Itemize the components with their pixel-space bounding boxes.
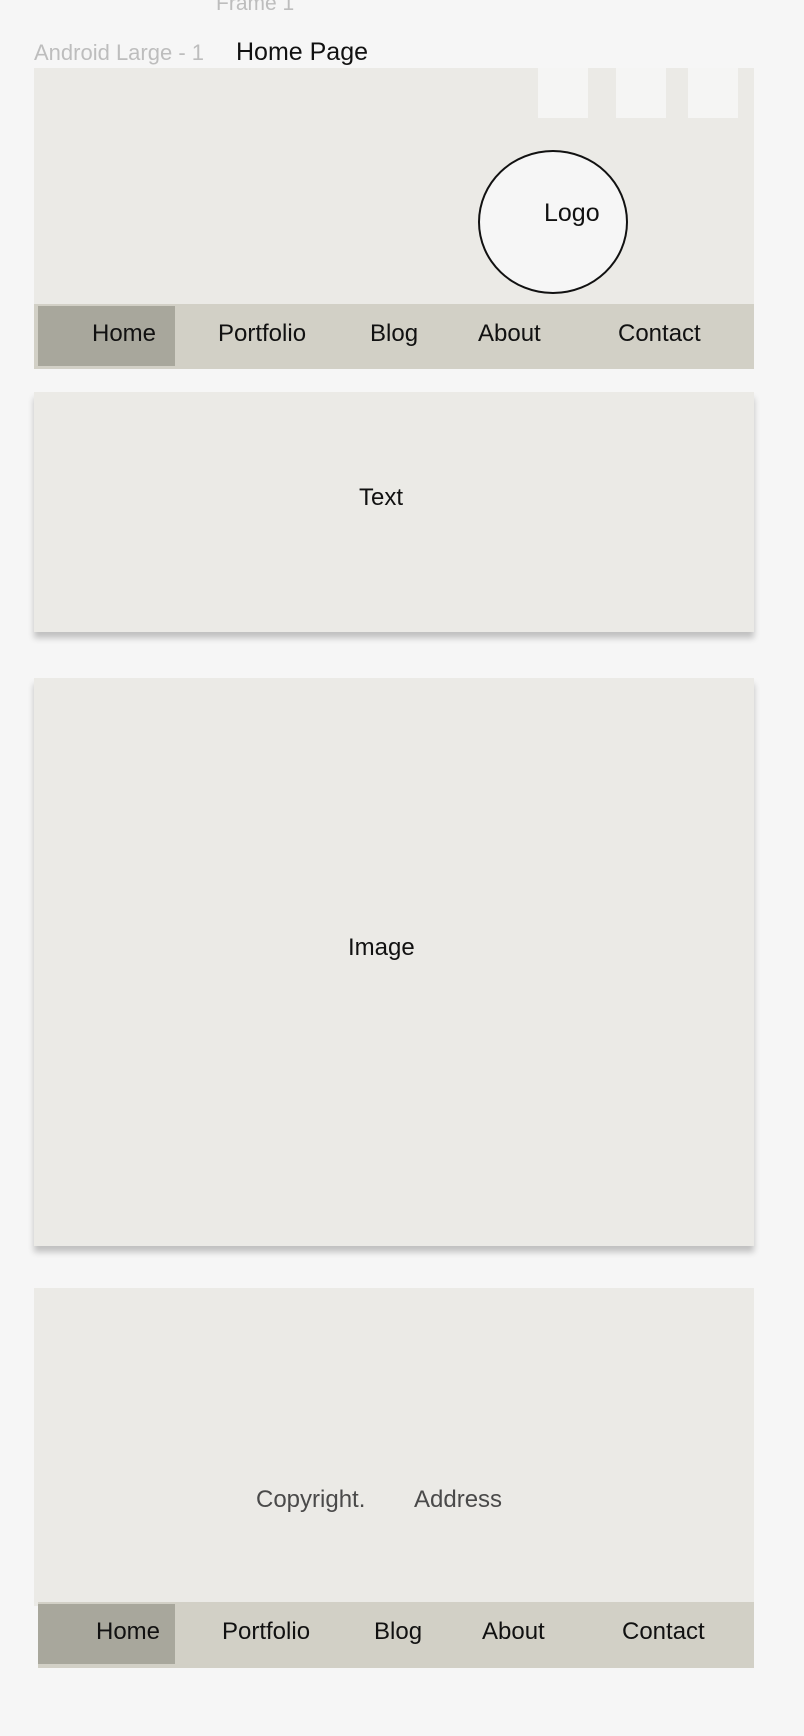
image-section: Image	[34, 678, 754, 1246]
nav-item-contact[interactable]: Contact	[618, 320, 701, 348]
nav-item-portfolio[interactable]: Portfolio	[218, 320, 306, 348]
nav-item-about[interactable]: About	[482, 1618, 545, 1646]
footer-copyright: Copyright.	[256, 1486, 366, 1513]
nav-item-home[interactable]: Home	[96, 1618, 160, 1646]
social-icon-placeholder-3[interactable]	[688, 68, 738, 118]
nav-item-portfolio[interactable]: Portfolio	[222, 1618, 310, 1646]
nav-item-about[interactable]: About	[478, 320, 541, 348]
footer-address: Address	[414, 1486, 503, 1513]
footer: Copyright. Address	[34, 1288, 754, 1606]
artboard-label[interactable]: Android Large - 1	[34, 40, 204, 66]
logo-text: Logo	[544, 199, 600, 227]
page-title: Home Page	[236, 38, 369, 66]
nav-item-home[interactable]: Home	[92, 320, 156, 348]
nav-bar-bottom: Home Portfolio Blog About Contact	[38, 1602, 754, 1668]
frame-label: Frame 1	[216, 0, 295, 15]
image-section-label: Image	[348, 934, 415, 961]
text-section-label: Text	[359, 484, 404, 511]
social-icon-placeholder-1[interactable]	[538, 68, 588, 118]
nav-bar-top: Home Portfolio Blog About Contact	[34, 304, 754, 369]
nav-item-contact[interactable]: Contact	[622, 1618, 705, 1646]
text-section: Text	[34, 392, 754, 632]
nav-item-blog[interactable]: Blog	[374, 1618, 422, 1646]
social-icon-placeholder-2[interactable]	[616, 68, 666, 118]
nav-item-blog[interactable]: Blog	[370, 320, 418, 348]
header: Logo	[34, 68, 754, 304]
